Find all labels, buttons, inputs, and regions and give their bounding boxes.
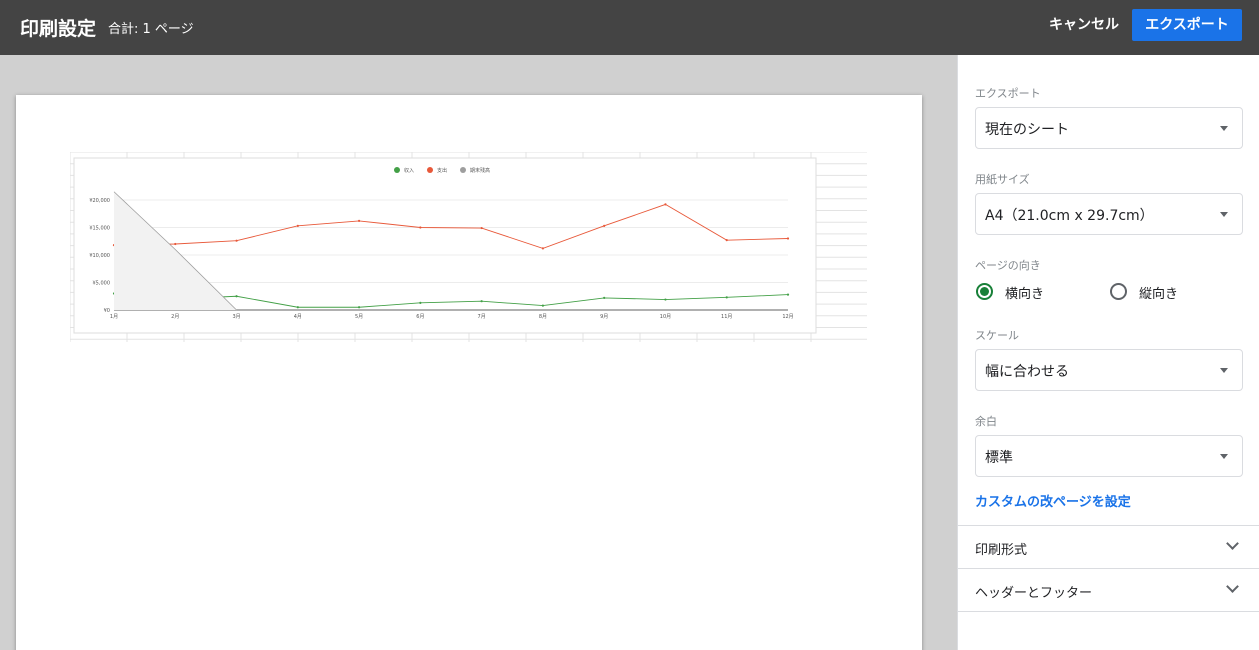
legend-marker <box>460 167 466 173</box>
data-point <box>603 296 606 299</box>
total-pages: 合計: 1 ページ <box>108 22 194 37</box>
data-point <box>296 306 299 309</box>
scale-select[interactable]: 幅に合わせる <box>975 349 1243 391</box>
data-point <box>541 247 545 250</box>
data-point <box>725 296 728 299</box>
scale-value: 幅に合わせる <box>985 364 1069 380</box>
margins-label: 余白 <box>975 415 997 428</box>
data-point <box>296 224 299 227</box>
data-point <box>786 293 790 296</box>
data-point <box>235 239 238 242</box>
paper-size-value: A4（21.0cm x 29.7cm） <box>985 208 1154 224</box>
y-tick-label: ¥15,000 <box>89 226 110 232</box>
data-point <box>786 237 790 240</box>
y-tick-label: ¥20,000 <box>89 198 110 204</box>
settings-panel: エクスポート 現在のシート 用紙サイズ A4（21.0cm x 29.7cm） … <box>957 55 1259 650</box>
paper-size-label: 用紙サイズ <box>975 173 1030 186</box>
margins-select[interactable]: 標準 <box>975 435 1243 477</box>
x-tick-label: 3月 <box>232 314 240 320</box>
radio-selected-icon <box>980 287 989 296</box>
x-tick-label: 8月 <box>539 314 547 320</box>
data-point <box>603 224 606 227</box>
data-point <box>480 300 483 303</box>
x-tick-label: 6月 <box>416 314 424 320</box>
x-tick-label: 10月 <box>660 314 671 320</box>
divider <box>958 611 1259 612</box>
data-point <box>419 301 422 304</box>
x-tick-label: 2月 <box>171 314 179 320</box>
export-value: 現在のシート <box>985 122 1069 138</box>
data-point <box>664 203 667 206</box>
data-point <box>664 298 667 301</box>
data-point <box>235 295 238 298</box>
x-tick-label: 7月 <box>478 314 486 320</box>
x-tick-label: 9月 <box>600 314 608 320</box>
data-point <box>419 226 422 229</box>
chevron-down-icon <box>1226 580 1239 593</box>
sheet-preview: ¥0 ¥5,000 ¥10,000 ¥15,000 ¥20,000 1月 2月 3月 4月 5月 6… <box>70 152 867 342</box>
cancel-button[interactable]: キャンセル <box>1044 9 1124 41</box>
y-tick-label: ¥10,000 <box>89 253 110 259</box>
x-tick-label: 4月 <box>294 314 302 320</box>
export-button[interactable]: エクスポート <box>1132 9 1242 41</box>
legend-marker <box>394 167 400 173</box>
y-tick-label: ¥5,000 <box>93 281 111 287</box>
legend-marker <box>427 167 433 173</box>
custom-page-breaks-link[interactable]: カスタムの改ページを設定 <box>975 491 1131 510</box>
x-tick-label: 5月 <box>355 314 363 320</box>
data-point <box>174 242 177 246</box>
legend-label: 期末残高 <box>470 167 490 174</box>
landscape-label[interactable]: 横向き <box>1005 283 1044 302</box>
dropdown-arrow-icon <box>1220 368 1228 373</box>
data-point <box>357 306 361 309</box>
landscape-radio[interactable] <box>976 283 993 300</box>
dropdown-arrow-icon <box>1220 212 1228 217</box>
x-tick-label: 12月 <box>782 314 793 320</box>
dropdown-arrow-icon <box>1220 126 1228 131</box>
section-title: 印刷形式 <box>975 543 1028 558</box>
top-bar: 印刷設定 合計: 1 ページ キャンセル エクスポート <box>0 0 1259 55</box>
export-label: エクスポート <box>975 87 1041 100</box>
x-tick-label: 11月 <box>721 314 732 320</box>
dropdown-arrow-icon <box>1220 454 1228 459</box>
page-title: 印刷設定 <box>20 18 97 40</box>
preview-page: ¥0 ¥5,000 ¥10,000 ¥15,000 ¥20,000 1月 2月 3月 4月 5月 6… <box>16 95 922 650</box>
print-preview-area: ¥0 ¥5,000 ¥10,000 ¥15,000 ¥20,000 1月 2月 3月 4月 5月 6… <box>0 55 957 650</box>
paper-size-select[interactable]: A4（21.0cm x 29.7cm） <box>975 193 1243 235</box>
data-point <box>480 226 483 230</box>
scale-label: スケール <box>975 329 1019 342</box>
data-point <box>541 304 545 307</box>
print-format-section[interactable]: 印刷形式 <box>958 526 1259 568</box>
data-point <box>725 239 728 242</box>
orientation-label: ページの向き <box>975 259 1041 272</box>
data-point <box>357 219 361 222</box>
section-title: ヘッダーとフッター <box>975 586 1093 601</box>
export-select[interactable]: 現在のシート <box>975 107 1243 149</box>
header-footer-section[interactable]: ヘッダーとフッター <box>958 569 1259 611</box>
chevron-down-icon <box>1226 537 1239 550</box>
chart: ¥0¥5,000¥10,000¥15,000¥20,0001月 2月 3月 4月 5月 6… <box>70 152 867 342</box>
legend-label: 支出 <box>437 167 447 174</box>
x-tick-label: 1月 <box>110 314 118 320</box>
portrait-label[interactable]: 縦向き <box>1139 283 1178 302</box>
margins-value: 標準 <box>985 450 1013 466</box>
portrait-radio[interactable] <box>1110 283 1127 300</box>
legend-label: 収入 <box>404 167 414 174</box>
